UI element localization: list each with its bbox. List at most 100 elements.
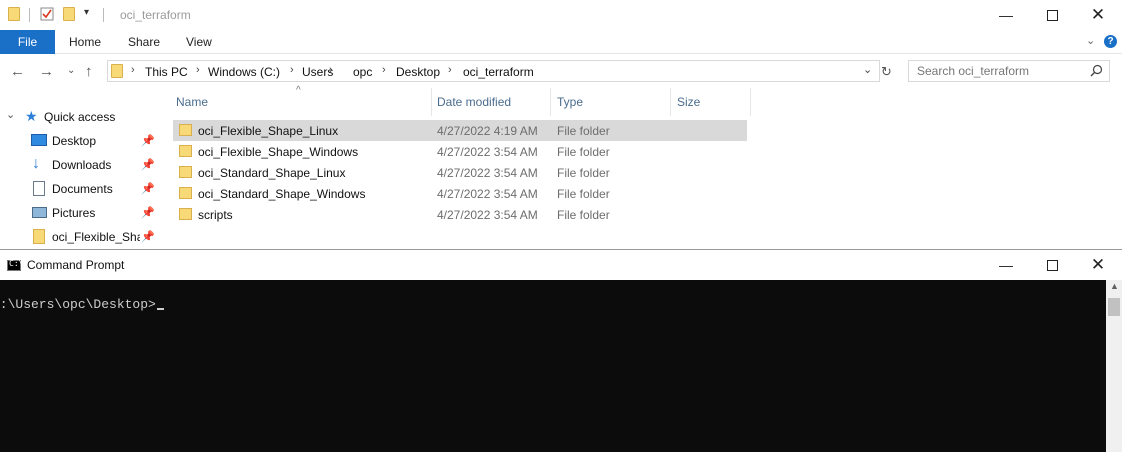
- table-row[interactable]: oci_Standard_Shape_Linux 4/27/2022 3:54 …: [173, 162, 747, 183]
- search-input[interactable]: [917, 62, 1087, 80]
- folder-icon: [111, 64, 123, 78]
- pin-icon: 📌: [141, 231, 155, 243]
- table-row[interactable]: oci_Standard_Shape_Windows 4/27/2022 3:5…: [173, 183, 747, 204]
- window-title: oci_terraform: [120, 8, 191, 22]
- scroll-up-icon[interactable]: ▲: [1110, 281, 1119, 291]
- up-icon[interactable]: ↑: [85, 63, 93, 80]
- console-area[interactable]: C:\Users\opc\Desktop>: [0, 280, 1106, 452]
- back-icon[interactable]: ←: [10, 63, 25, 80]
- sidebar-item-pictures[interactable]: Pictures 📌: [0, 202, 160, 224]
- recent-locations-icon[interactable]: ⌄: [67, 65, 75, 76]
- pin-icon: 📌: [141, 183, 155, 195]
- column-header-date-modified[interactable]: Date modified: [437, 95, 511, 109]
- sidebar-label: Pictures: [52, 206, 96, 220]
- file-type: File folder: [557, 124, 610, 138]
- expand-ribbon-icon[interactable]: ⌄: [1086, 34, 1095, 47]
- sidebar-label: Desktop: [52, 134, 97, 148]
- column-divider[interactable]: [431, 88, 432, 116]
- file-date: 4/27/2022 3:54 AM: [437, 208, 538, 222]
- column-header-type[interactable]: Type: [557, 95, 583, 109]
- breadcrumb-separator[interactable]: ›: [131, 64, 135, 76]
- sidebar-item-quick-access[interactable]: ⌄ ★ Quick access: [0, 106, 160, 128]
- file-list: ^ Name Date modified Type Size oci_Flexi…: [170, 85, 770, 248]
- properties-icon[interactable]: [40, 7, 54, 21]
- close-button[interactable]: ✕: [1075, 0, 1121, 30]
- new-folder-icon[interactable]: [63, 7, 77, 21]
- file-type: File folder: [557, 166, 610, 180]
- window-title: Command Prompt: [27, 258, 125, 272]
- tab-home[interactable]: Home: [69, 35, 101, 49]
- breadcrumb-separator[interactable]: ›: [196, 64, 200, 76]
- tab-share[interactable]: Share: [128, 35, 160, 49]
- file-name: oci_Standard_Shape_Windows: [198, 187, 366, 201]
- text-cursor: [156, 308, 164, 310]
- maximize-button[interactable]: [1029, 0, 1075, 30]
- folder-icon: [179, 124, 192, 136]
- tab-view[interactable]: View: [186, 35, 212, 49]
- table-row[interactable]: scripts 4/27/2022 3:54 AM File folder: [173, 204, 747, 225]
- console-line: C:\Users\opc\Desktop>: [0, 297, 164, 312]
- console-icon: C:\: [7, 259, 23, 271]
- folder-icon: [179, 166, 192, 178]
- forward-icon[interactable]: →: [39, 63, 54, 80]
- file-explorer-window: ▾ oci_terraform — ✕ File Home Share View…: [0, 0, 1122, 249]
- sidebar-item-documents[interactable]: Documents 📌: [0, 178, 160, 200]
- file-name: oci_Flexible_Shape_Windows: [198, 145, 359, 159]
- sidebar-item-downloads[interactable]: ↓ Downloads 📌: [0, 154, 160, 176]
- tab-file[interactable]: File: [0, 30, 55, 54]
- customize-quick-access-icon[interactable]: ▾: [84, 7, 89, 18]
- file-type: File folder: [557, 145, 610, 159]
- file-date: 4/27/2022 3:54 AM: [437, 187, 538, 201]
- folder-icon: [8, 7, 22, 21]
- address-dropdown-icon[interactable]: ⌄: [863, 63, 872, 76]
- breadcrumb-this-pc[interactable]: This PC: [145, 65, 188, 79]
- search-icon[interactable]: [1090, 64, 1103, 80]
- vertical-scrollbar[interactable]: ▲: [1106, 280, 1122, 452]
- column-header-size[interactable]: Size: [677, 95, 700, 109]
- minimize-button[interactable]: —: [983, 250, 1029, 280]
- breadcrumb-desktop[interactable]: Desktop: [396, 65, 440, 79]
- breadcrumb-oci-terraform[interactable]: oci_terraform: [463, 65, 534, 79]
- folder-icon: [179, 187, 192, 199]
- pin-icon: 📌: [141, 207, 155, 219]
- sidebar-item-desktop[interactable]: Desktop 📌: [0, 130, 160, 152]
- scrollbar-thumb[interactable]: [1108, 298, 1120, 316]
- pictures-icon: [32, 207, 47, 218]
- explorer-titlebar: ▾ oci_terraform — ✕: [0, 0, 1122, 30]
- pin-icon: 📌: [141, 135, 155, 147]
- sidebar-item-oci-flexible-shape[interactable]: oci_Flexible_Shap 📌: [0, 226, 160, 248]
- chevron-down-icon[interactable]: ⌄: [6, 108, 15, 121]
- maximize-button[interactable]: [1029, 250, 1075, 280]
- search-box[interactable]: [908, 60, 1110, 82]
- address-bar[interactable]: › This PC › Windows (C:) › Users › opc ›…: [107, 60, 880, 82]
- breadcrumb-separator[interactable]: ›: [329, 64, 333, 76]
- minimize-button[interactable]: —: [983, 0, 1029, 30]
- table-row[interactable]: oci_Flexible_Shape_Linux 4/27/2022 4:19 …: [173, 120, 747, 141]
- cmd-titlebar: C:\ Command Prompt — ✕: [0, 249, 1122, 280]
- folder-icon: [179, 145, 192, 157]
- file-date: 4/27/2022 3:54 AM: [437, 166, 538, 180]
- star-icon: ★: [25, 108, 38, 124]
- command-prompt-window: C:\ Command Prompt — ✕ C:\Users\opc\Desk…: [0, 249, 1122, 452]
- breadcrumb-opc[interactable]: opc: [353, 65, 372, 79]
- column-divider[interactable]: [750, 88, 751, 116]
- column-divider[interactable]: [550, 88, 551, 116]
- close-button[interactable]: ✕: [1075, 250, 1121, 280]
- command-prompt-text: C:\Users\opc\Desktop>: [0, 297, 156, 312]
- navigation-pane: ⌄ ★ Quick access Desktop 📌 ↓ Downloads 📌…: [0, 100, 160, 249]
- documents-icon: [33, 181, 45, 196]
- table-row[interactable]: oci_Flexible_Shape_Windows 4/27/2022 3:5…: [173, 141, 747, 162]
- breadcrumb-separator[interactable]: ›: [448, 64, 452, 76]
- sidebar-label: Documents: [52, 182, 113, 196]
- breadcrumb-windows-c[interactable]: Windows (C:): [208, 65, 280, 79]
- column-header-name[interactable]: Name: [176, 95, 208, 109]
- refresh-icon[interactable]: ↻: [881, 64, 892, 80]
- divider: [103, 8, 104, 22]
- help-icon[interactable]: ?: [1104, 35, 1117, 48]
- breadcrumb-separator[interactable]: ›: [290, 64, 294, 76]
- divider: [29, 8, 30, 22]
- breadcrumb-separator[interactable]: ›: [382, 64, 386, 76]
- file-name: oci_Flexible_Shape_Linux: [198, 124, 339, 138]
- column-divider[interactable]: [670, 88, 671, 116]
- download-icon: ↓: [32, 155, 40, 172]
